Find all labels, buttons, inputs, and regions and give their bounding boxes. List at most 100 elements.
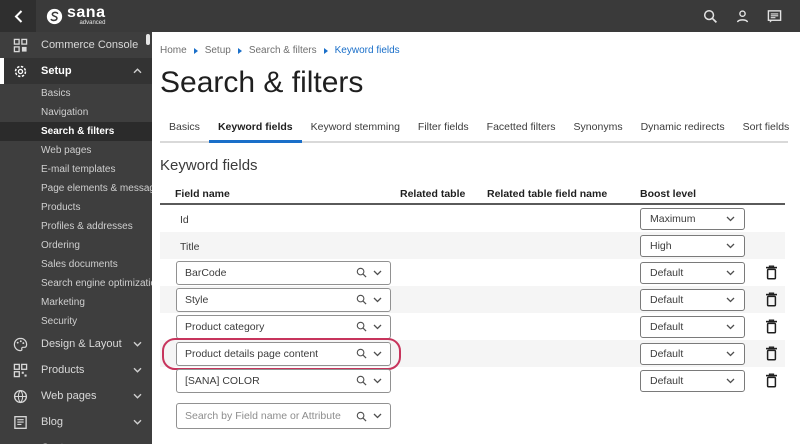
tab-keyword-fields[interactable]: Keyword fields: [208, 121, 302, 143]
field-name-text: Title: [180, 240, 200, 253]
chevron-down-icon: [726, 216, 735, 222]
breadcrumb-link-setup[interactable]: Setup: [205, 45, 231, 56]
magnifier-icon: [356, 294, 367, 305]
sidebar-subitem-page-elements-messages[interactable]: Page elements & messages: [0, 179, 152, 198]
sidebar-item-web-pages[interactable]: Web pages: [0, 383, 152, 409]
breadcrumb-arrow-icon: [193, 47, 198, 54]
table-row-title: Title High: [160, 232, 785, 259]
tab-synonyms[interactable]: Synonyms: [565, 121, 632, 141]
search-icon[interactable]: [702, 8, 718, 24]
boost-level-value: High: [650, 239, 672, 252]
sidebar-subitem-web-pages[interactable]: Web pages: [0, 141, 152, 160]
magnifier-icon: [356, 411, 367, 422]
table-row-id: Id Maximum: [160, 205, 785, 232]
page-title: Search & filters: [160, 66, 364, 99]
field-combobox[interactable]: [176, 260, 391, 285]
chevron-down-icon[interactable]: [373, 351, 382, 357]
sidebar-subitem-e-mail-templates[interactable]: E-mail templates: [0, 160, 152, 179]
column-header-related-table-field-name: Related table field name: [487, 188, 608, 200]
tab-dynamic-redirects[interactable]: Dynamic redirects: [632, 121, 734, 141]
chevron-down-icon: [726, 351, 735, 357]
field-combobox-input[interactable]: [185, 320, 356, 333]
delete-button[interactable]: [761, 263, 781, 283]
boost-level-select[interactable]: Default: [640, 315, 745, 338]
palette-icon: [12, 336, 28, 352]
chevron-down-icon: [132, 417, 142, 427]
sidebar-item-products[interactable]: Products: [0, 357, 152, 383]
chevron-down-icon[interactable]: [373, 413, 382, 419]
delete-button[interactable]: [761, 344, 781, 364]
sidebar-item-commerce-console[interactable]: Commerce Console: [0, 32, 152, 58]
field-combobox-input[interactable]: [185, 293, 356, 306]
field-combobox[interactable]: [176, 287, 391, 312]
field-combobox-input[interactable]: [185, 266, 356, 279]
logo-subtext: advanced: [79, 19, 106, 26]
table-row-barcode: Default: [160, 259, 785, 286]
sidebar-subitem-profiles-addresses[interactable]: Profiles & addresses: [0, 217, 152, 236]
sidebar-item-design-layout[interactable]: Design & Layout: [0, 331, 152, 357]
column-header-related-table: Related table: [400, 188, 466, 200]
sana-logo-icon: [46, 8, 63, 25]
chevron-down-icon[interactable]: [373, 270, 382, 276]
field-search-combobox[interactable]: [176, 403, 391, 429]
chevron-down-icon[interactable]: [373, 324, 382, 330]
chevron-down-icon[interactable]: [373, 297, 382, 303]
sidebar-subitem-navigation[interactable]: Navigation: [0, 103, 152, 122]
field-combobox[interactable]: [176, 314, 391, 339]
magnifier-icon: [356, 348, 367, 359]
sidebar-subitem-security[interactable]: Security: [0, 312, 152, 331]
delete-button[interactable]: [761, 290, 781, 310]
delete-button[interactable]: [761, 317, 781, 337]
user-icon[interactable]: [734, 8, 750, 24]
field-combobox[interactable]: [176, 341, 391, 366]
sidebar-subitem-marketing[interactable]: Marketing: [0, 293, 152, 312]
delete-button[interactable]: [761, 371, 781, 391]
chat-icon[interactable]: [766, 8, 782, 24]
customers-icon: [12, 440, 28, 444]
field-search-input[interactable]: [185, 410, 356, 422]
tab-filter-fields[interactable]: Filter fields: [409, 121, 478, 141]
boost-level-select[interactable]: Default: [640, 342, 745, 365]
table-row-product-details-page-content: Default: [160, 337, 785, 370]
sidebar-subitem-sales-documents[interactable]: Sales documents: [0, 255, 152, 274]
sidebar-item-customers[interactable]: Customers: [0, 435, 152, 444]
tab-sort-fields[interactable]: Sort fields: [734, 121, 799, 141]
boost-level-select[interactable]: Default: [640, 261, 745, 284]
add-field-search-row: [160, 403, 785, 429]
chevron-down-icon: [132, 391, 142, 401]
sidebar-subitem-search-engine-optimization[interactable]: Search engine optimization: [0, 274, 152, 293]
breadcrumb-link-home[interactable]: Home: [160, 45, 187, 56]
chevron-down-icon: [132, 365, 142, 375]
field-combobox[interactable]: [176, 368, 391, 393]
boost-level-select[interactable]: High: [640, 234, 745, 257]
column-header-boost-level: Boost level: [640, 188, 697, 200]
sidebar-item-setup[interactable]: Setup: [0, 58, 152, 84]
chevron-down-icon[interactable]: [373, 378, 382, 384]
section-heading: Keyword fields: [160, 157, 258, 174]
tab-facetted-filters[interactable]: Facetted filters: [478, 121, 565, 141]
table-row-style: Default: [160, 286, 785, 313]
tab-basics[interactable]: Basics: [160, 121, 209, 141]
field-combobox-input[interactable]: [185, 347, 356, 360]
breadcrumb-arrow-icon: [323, 47, 328, 54]
tab-bar: Basics Keyword fields Keyword stemming Filt…: [160, 121, 789, 143]
tab-keyword-stemming[interactable]: Keyword stemming: [302, 121, 409, 141]
sidebar-nav: Commerce Console Setup Basics Navigation Sea…: [0, 32, 152, 444]
breadcrumb-link-search-filters[interactable]: Search & filters: [249, 45, 317, 56]
sidebar-item-blog[interactable]: Blog: [0, 409, 152, 435]
sidebar-subitem-products[interactable]: Products: [0, 198, 152, 217]
sidebar-subitem-ordering[interactable]: Ordering: [0, 236, 152, 255]
sidebar-item-label: Design & Layout: [41, 338, 122, 350]
back-button[interactable]: [0, 0, 36, 32]
sidebar-subitem-search-filters[interactable]: Search & filters: [0, 122, 152, 141]
breadcrumb-arrow-icon: [237, 47, 242, 54]
chevron-down-icon: [726, 378, 735, 384]
chevron-down-icon: [726, 243, 735, 249]
boost-level-select[interactable]: Default: [640, 288, 745, 311]
boost-level-select[interactable]: Default: [640, 369, 745, 392]
field-combobox-input[interactable]: [185, 374, 356, 387]
chevron-left-icon: [14, 9, 23, 23]
sidebar-item-label: Blog: [41, 416, 64, 428]
boost-level-select[interactable]: Maximum: [640, 207, 745, 230]
sidebar-subitem-basics[interactable]: Basics: [0, 84, 152, 103]
